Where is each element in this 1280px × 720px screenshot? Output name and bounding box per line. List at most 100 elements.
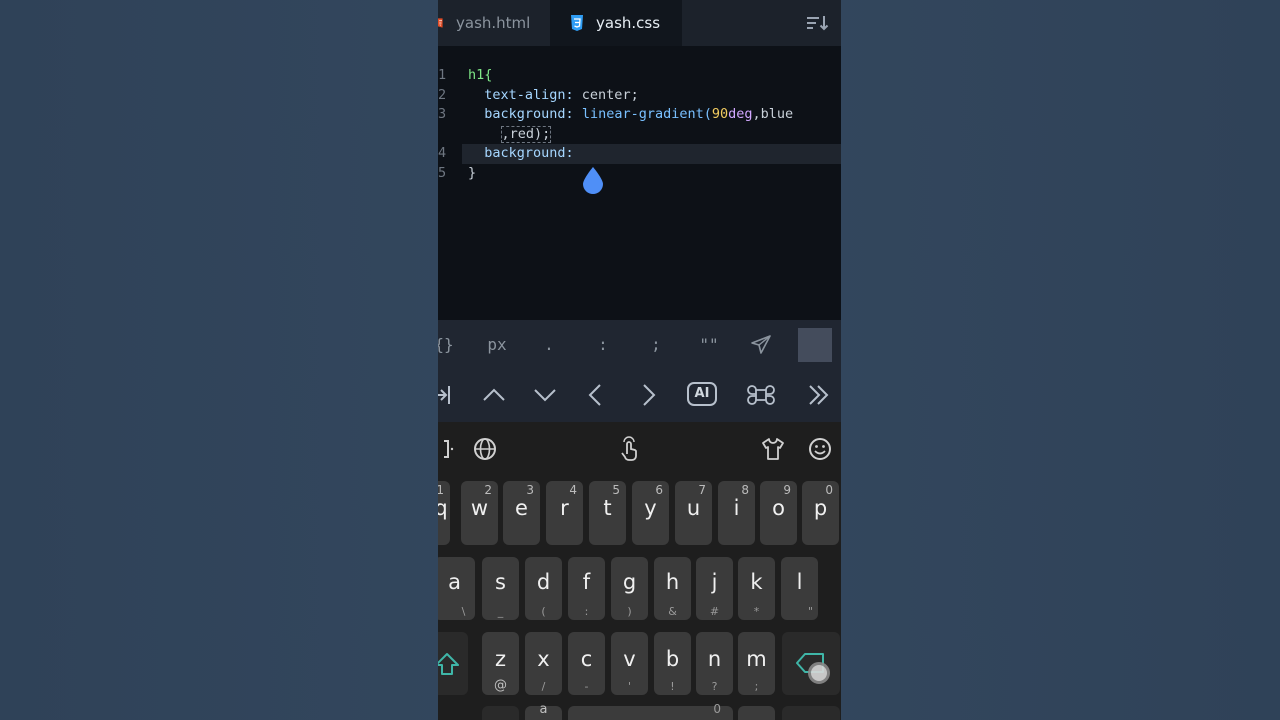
- key-w[interactable]: 2w: [461, 481, 498, 545]
- key-m[interactable]: m;: [738, 632, 775, 695]
- key-r[interactable]: 4r: [546, 481, 583, 545]
- ai-button[interactable]: AI: [687, 382, 717, 406]
- css-property: background:: [484, 145, 574, 162]
- css-value: ,blue: [752, 106, 794, 123]
- key-d[interactable]: d(: [525, 557, 562, 620]
- arrow-left-icon[interactable]: [581, 380, 611, 410]
- css-function: linear-gradient(: [581, 106, 712, 123]
- arrow-up-icon[interactable]: [479, 380, 509, 410]
- shift-icon: [438, 653, 459, 675]
- symbol-dot[interactable]: .: [538, 320, 560, 370]
- arrow-down-icon[interactable]: [530, 380, 560, 410]
- key-b[interactable]: b!: [654, 632, 691, 695]
- key-k[interactable]: k *: [738, 557, 775, 620]
- shift-key[interactable]: [438, 632, 468, 695]
- line-number: 2: [438, 86, 447, 103]
- key-label: p: [813, 496, 828, 520]
- navigation-toolbar: AI: [438, 370, 841, 422]
- key-p[interactable]: 0p: [802, 481, 839, 545]
- key-hint: ?: [711, 680, 718, 693]
- key-label: n: [707, 647, 722, 671]
- key-hint: !: [670, 680, 675, 693]
- key-label: y: [644, 496, 657, 520]
- key-label: l: [796, 570, 803, 594]
- key-hint: ': [627, 680, 632, 693]
- key-f[interactable]: f:: [568, 557, 605, 620]
- key-q[interactable]: 1q: [438, 481, 450, 545]
- key-label: j: [711, 570, 718, 594]
- key-x[interactable]: x /: [525, 632, 562, 695]
- wrapped-text: ,red);: [500, 125, 552, 143]
- double-chevron-right-icon[interactable]: [804, 380, 834, 410]
- key-hint: &: [668, 605, 677, 618]
- enter-key[interactable]: [782, 706, 840, 720]
- key-j[interactable]: j #: [696, 557, 733, 620]
- globe-icon[interactable]: [472, 436, 498, 462]
- key-row4-left[interactable]: [482, 706, 519, 720]
- touch-gesture-icon[interactable]: [616, 436, 642, 462]
- symbol-semicolon[interactable]: ;: [645, 320, 667, 370]
- tab-key-icon[interactable]: [438, 380, 464, 410]
- symbol-quotes[interactable]: "": [696, 320, 722, 370]
- key-hint: 0: [825, 483, 833, 497]
- key-hint: *: [753, 605, 760, 618]
- key-hint: -: [584, 680, 589, 693]
- key-hint: a: [539, 702, 548, 717]
- color-swatch[interactable]: [798, 328, 832, 362]
- current-code-line[interactable]: background:: [462, 144, 841, 164]
- cursor-select-icon[interactable]: [438, 436, 458, 462]
- arrow-right-icon[interactable]: [633, 380, 663, 410]
- key-a[interactable]: a \: [438, 557, 475, 620]
- key-l[interactable]: l ": [781, 557, 818, 620]
- line-number: 4: [438, 145, 447, 162]
- key-row4-comma[interactable]: a: [525, 702, 562, 720]
- send-icon[interactable]: [750, 334, 772, 356]
- line-number: 3: [438, 106, 447, 123]
- space-key[interactable]: 0: [568, 702, 733, 720]
- key-z[interactable]: z @: [482, 632, 519, 695]
- code-editor[interactable]: 1 2 3 4 5 h1{ text-align: center; backgr…: [438, 46, 841, 320]
- key-t[interactable]: 5t: [589, 481, 626, 545]
- backspace-key[interactable]: [782, 632, 840, 695]
- key-label: i: [733, 496, 740, 520]
- css-value: center;: [573, 86, 639, 103]
- key-s[interactable]: s _: [482, 557, 519, 620]
- command-icon[interactable]: [746, 380, 776, 410]
- key-n[interactable]: n?: [696, 632, 733, 695]
- key-o[interactable]: 9o: [760, 481, 797, 545]
- cursor-handle-icon[interactable]: [581, 166, 605, 194]
- key-hint: 3: [526, 483, 534, 497]
- code-line: background: linear-gradient(90deg,blue: [468, 105, 841, 125]
- css-property: background:: [484, 106, 574, 123]
- key-hint: 6: [655, 483, 663, 497]
- key-label: t: [603, 496, 612, 520]
- key-label: r: [560, 496, 569, 520]
- key-hint: 8: [741, 483, 749, 497]
- key-g[interactable]: g): [611, 557, 648, 620]
- symbol-px[interactable]: px: [482, 320, 512, 370]
- key-hint: \: [461, 605, 466, 618]
- symbol-colon[interactable]: :: [592, 320, 614, 370]
- symbol-braces[interactable]: {}: [438, 320, 454, 370]
- key-e[interactable]: 3e: [503, 481, 540, 545]
- css-number: 90: [711, 106, 729, 123]
- key-c[interactable]: c-: [568, 632, 605, 695]
- key-v[interactable]: v ': [611, 632, 648, 695]
- key-i[interactable]: 8i: [718, 481, 755, 545]
- key-hint: ): [627, 605, 632, 618]
- key-u[interactable]: 7u: [675, 481, 712, 545]
- line-number: 1: [438, 67, 447, 83]
- tab-label: yash.html: [456, 14, 531, 32]
- key-y[interactable]: 6y: [632, 481, 669, 545]
- theme-shirt-icon[interactable]: [760, 436, 786, 462]
- key-h[interactable]: h &: [654, 557, 691, 620]
- key-hint: 4: [569, 483, 577, 497]
- sort-icon[interactable]: [805, 13, 829, 33]
- key-hint: 9: [783, 483, 791, 497]
- emoji-icon[interactable]: [807, 436, 833, 462]
- tab-label: yash.css: [596, 14, 661, 32]
- key-row4-period[interactable]: [738, 706, 775, 720]
- phone-screen: yash.html yash.css 1 2 3 4 5 h1{ text-al…: [438, 0, 841, 720]
- tab-yash-css[interactable]: yash.css: [550, 0, 682, 46]
- tab-yash-html[interactable]: yash.html: [438, 0, 550, 46]
